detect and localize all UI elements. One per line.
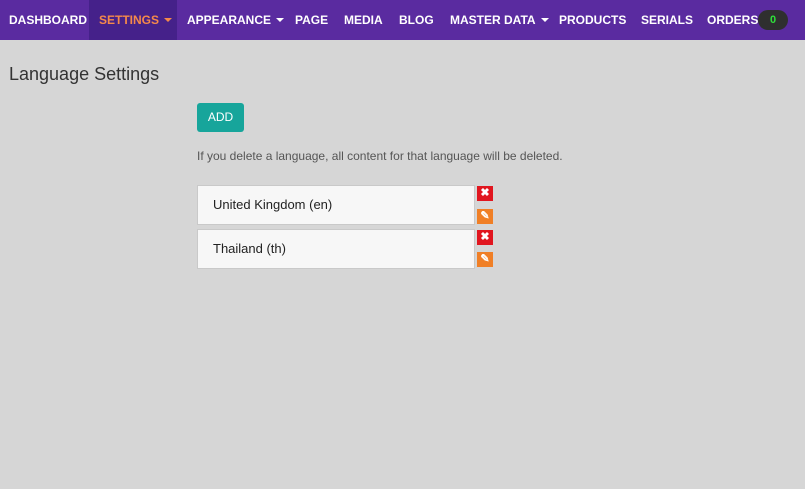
nav-media[interactable]: MEDIA — [344, 0, 383, 40]
nav-page-label: PAGE — [295, 13, 329, 27]
delete-language-button[interactable]: ✖ — [477, 186, 493, 201]
nav-page[interactable]: PAGE — [295, 0, 328, 40]
nav-appearance[interactable]: APPEARANCE — [187, 0, 285, 40]
edit-language-button[interactable]: ✎ — [477, 252, 493, 267]
nav-master-data[interactable]: MASTER DATA — [450, 0, 549, 40]
nav-products[interactable]: PRODUCTS — [559, 0, 626, 40]
nav-orders[interactable]: ORDERS — [707, 0, 758, 40]
pencil-icon: ✎ — [480, 210, 490, 222]
nav-settings[interactable]: SETTINGS — [89, 0, 177, 40]
nav-products-label: PRODUCTS — [559, 13, 627, 27]
close-icon: ✖ — [480, 187, 490, 199]
language-name: United Kingdom (en) — [213, 197, 333, 212]
add-language-button[interactable]: ADD — [197, 103, 244, 132]
nav-serials[interactable]: SERIALS — [641, 0, 693, 40]
language-name: Thailand (th) — [213, 241, 286, 256]
edit-language-button[interactable]: ✎ — [477, 209, 493, 224]
top-navbar: DASHBOARD SETTINGS APPEARANCE PAGE MEDIA… — [0, 0, 805, 40]
language-row: Thailand (th) — [197, 229, 475, 269]
page-title: Language Settings — [9, 64, 160, 84]
orders-count-badge: 0 — [758, 10, 788, 30]
nav-settings-label: SETTINGS — [99, 13, 160, 27]
language-row: United Kingdom (en) — [197, 185, 475, 225]
nav-blog-label: BLOG — [399, 13, 434, 27]
close-icon: ✖ — [480, 231, 490, 243]
chevron-down-icon — [164, 17, 173, 22]
delete-warning-text: If you delete a language, all content fo… — [197, 149, 563, 163]
nav-dashboard-label: DASHBOARD — [9, 13, 87, 27]
nav-master-data-label: MASTER DATA — [450, 13, 536, 27]
nav-appearance-label: APPEARANCE — [187, 13, 272, 27]
nav-dashboard[interactable]: DASHBOARD — [0, 0, 89, 40]
pencil-icon: ✎ — [480, 253, 490, 265]
nav-media-label: MEDIA — [344, 13, 383, 27]
chevron-down-icon — [276, 17, 285, 22]
nav-orders-label: ORDERS — [707, 13, 759, 27]
nav-blog[interactable]: BLOG — [399, 0, 434, 40]
nav-serials-label: SERIALS — [641, 13, 694, 27]
chevron-down-icon — [540, 17, 549, 22]
delete-language-button[interactable]: ✖ — [477, 230, 493, 245]
